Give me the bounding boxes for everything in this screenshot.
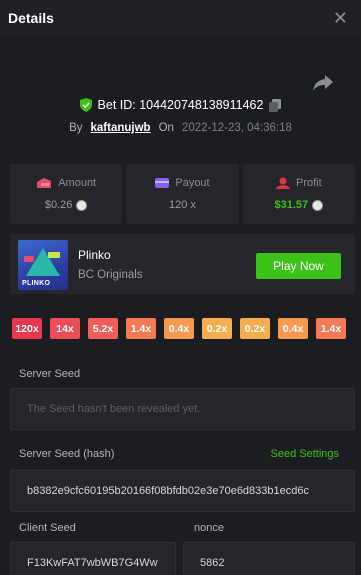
stat-profit-value: $31.57 [274, 199, 309, 211]
stat-payout: Payout 120 x [126, 164, 239, 224]
bet-stats: Amount $0.26 Payout 120 x Profit $31.57 [10, 164, 355, 224]
server-seed-hash-field[interactable]: b8382e9cfc60195b20166f08bfdb02e3e70e6d83… [10, 470, 355, 512]
nonce-field[interactable]: 5862 [183, 542, 355, 575]
share-icon[interactable] [312, 74, 334, 92]
details-header: Details ✕ [0, 0, 361, 36]
multiplier-chip: 0.4x [278, 318, 308, 339]
thumbnail-brand: PLINKO [22, 280, 51, 287]
game-name: Plinko [78, 248, 111, 262]
multiplier-chip: 120x [12, 318, 42, 339]
copy-icon[interactable] [269, 98, 282, 112]
stat-amount: Amount $0.26 [10, 164, 123, 224]
nonce-value: 5862 [200, 557, 225, 569]
stat-payout-label: Payout [175, 177, 210, 189]
shield-check-icon [79, 98, 92, 112]
multiplier-chip: 0.4x [164, 318, 194, 339]
bet-meta-row: By kaftanujwb On 2022-12-23, 04:36:18 [0, 122, 361, 134]
username-link[interactable]: kaftanujwb [91, 122, 151, 134]
server-seed-placeholder: The Seed hasn't been revealed yet. [27, 403, 201, 415]
stat-profit: Profit $31.57 [242, 164, 355, 224]
stat-profit-label: Profit [295, 177, 322, 189]
multiplier-chip: 0.2x [202, 318, 232, 339]
game-provider: BC Originals [78, 269, 143, 281]
client-seed-value: F13KwFAT7wbWB7G4Ww [27, 557, 158, 569]
nonce-label: nonce [194, 522, 224, 534]
close-icon[interactable]: ✕ [333, 9, 348, 27]
server-seed-field: The Seed hasn't been revealed yet. [10, 388, 355, 430]
server-seed-label: Server Seed [19, 368, 81, 380]
coin-icon [76, 199, 88, 211]
bet-id-row: Bet ID: 104420748138911462 [0, 98, 361, 112]
server-seed-hash-label: Server Seed (hash) [19, 448, 115, 460]
wallet-icon [155, 178, 170, 188]
stat-payout-value: 120 x [169, 199, 196, 211]
profit-icon [275, 177, 290, 189]
multiplier-row: 120x14x5.2x1.4x0.4x0.2x0.2x0.4x1.4x5 [12, 318, 349, 340]
page-title: Details [8, 10, 54, 26]
on-label: On [158, 122, 174, 134]
client-seed-field[interactable]: F13KwFAT7wbWB7G4Ww [10, 542, 176, 575]
bet-datetime: 2022-12-23, 04:36:18 [181, 122, 292, 134]
bet-id: Bet ID: 104420748138911462 [97, 98, 264, 112]
by-label: By [69, 122, 83, 134]
multiplier-chip: 0.2x [240, 318, 270, 339]
stat-amount-label: Amount [58, 177, 97, 189]
multiplier-chip: 14x [50, 318, 80, 339]
stat-amount-value: $0.26 [44, 199, 73, 211]
seed-settings-link[interactable]: Seed Settings [271, 448, 340, 460]
multiplier-chip: 1.4x [316, 318, 346, 339]
server-seed-hash-value: b8382e9cfc60195b20166f08bfdb02e3e70e6d83… [27, 485, 309, 497]
client-seed-label: Client Seed [19, 522, 76, 534]
coin-icon [312, 199, 324, 211]
game-card: PLINKO Plinko BC Originals Play Now [10, 234, 355, 294]
money-icon [37, 178, 52, 188]
multiplier-chip: 5.2x [88, 318, 118, 339]
plinko-thumbnail[interactable]: PLINKO [18, 240, 68, 290]
play-now-button[interactable]: Play Now [256, 253, 341, 279]
multiplier-chip: 1.4x [126, 318, 156, 339]
